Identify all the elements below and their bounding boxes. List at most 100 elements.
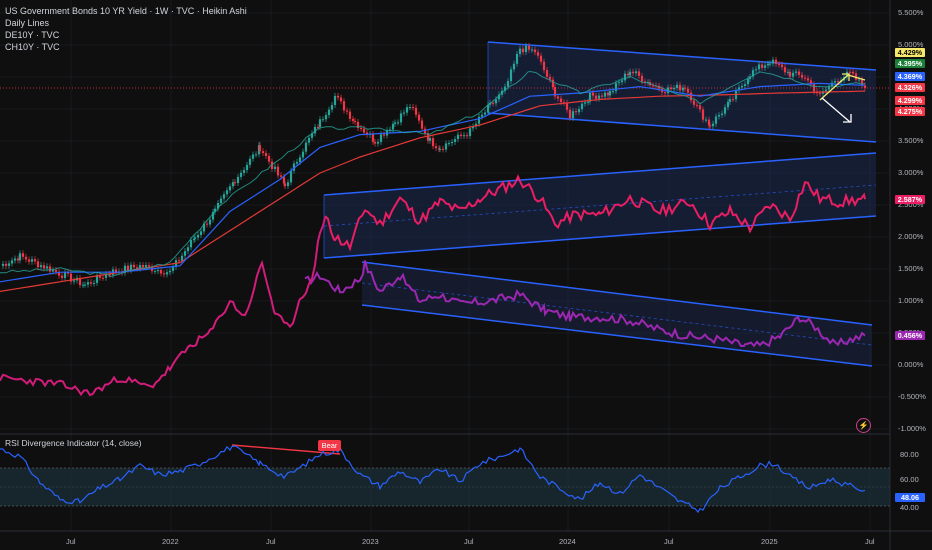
- candle-body: [456, 134, 460, 140]
- symbol-title[interactable]: US Government Bonds 10 YR Yield · 1W · T…: [5, 5, 247, 17]
- candle-body: [434, 146, 438, 149]
- chart-canvas[interactable]: [0, 0, 932, 550]
- candle-body: [330, 104, 334, 110]
- candle-body: [33, 259, 37, 262]
- candle-body: [101, 277, 105, 279]
- candle-body: [156, 270, 160, 272]
- candle-body: [743, 84, 747, 86]
- candle-body: [279, 175, 283, 177]
- candle-body: [568, 109, 572, 119]
- bear-label: Bear: [318, 440, 341, 451]
- candle-body: [768, 63, 772, 65]
- candle-body: [147, 265, 151, 267]
- candle-body: [771, 59, 775, 64]
- candle-body: [402, 112, 406, 114]
- candle-body: [780, 64, 784, 68]
- candle-body: [51, 269, 55, 272]
- rsi-tick-label: 60.00: [900, 475, 919, 484]
- candle-body: [571, 111, 575, 119]
- legend-ch10y[interactable]: CH10Y · TVC: [5, 41, 247, 53]
- candle-body: [626, 73, 630, 76]
- candle-body: [757, 64, 761, 70]
- candle-body: [141, 265, 145, 268]
- x-tick-label: 2023: [362, 537, 379, 546]
- candle-body: [42, 265, 46, 269]
- candle-body: [698, 105, 702, 110]
- candle-body: [545, 70, 549, 77]
- candle-body: [606, 92, 610, 96]
- candle-body: [345, 110, 349, 112]
- candle-body: [63, 272, 67, 278]
- candle-body: [27, 259, 31, 262]
- candle-body: [205, 223, 209, 225]
- candle-body: [144, 265, 148, 268]
- candle-body: [580, 103, 584, 110]
- x-tick-label: 2024: [559, 537, 576, 546]
- candle-body: [777, 63, 781, 65]
- candle-body: [480, 114, 484, 117]
- candle-body: [342, 101, 346, 111]
- candle-body: [245, 164, 249, 171]
- candle-body: [321, 119, 325, 121]
- candle-body: [1, 263, 5, 266]
- candle-body: [444, 143, 448, 150]
- lightning-icon[interactable]: ⚡: [856, 418, 871, 433]
- candle-body: [695, 104, 699, 106]
- candle-body: [634, 71, 638, 74]
- candle-body: [542, 61, 546, 71]
- candle-body: [10, 260, 14, 264]
- candle-body: [324, 115, 328, 120]
- y-tick-label: 0.000%: [898, 360, 924, 369]
- candle-body: [162, 273, 166, 275]
- candle-body: [359, 128, 363, 130]
- chart-legend: US Government Bonds 10 YR Yield · 1W · T…: [5, 5, 247, 53]
- candle-body: [177, 260, 181, 262]
- candle-body: [754, 69, 758, 71]
- candle-body: [594, 95, 598, 99]
- candle-body: [586, 101, 590, 103]
- candle-body: [678, 84, 682, 91]
- candle-body: [283, 183, 287, 187]
- candle-body: [236, 176, 240, 184]
- candle-body: [672, 87, 676, 90]
- candle-body: [168, 270, 172, 273]
- candle-body: [159, 270, 163, 274]
- candle-body: [583, 102, 587, 104]
- candle-body: [539, 55, 543, 62]
- candle-body: [86, 282, 90, 285]
- candle-body: [597, 95, 601, 99]
- candle-body: [788, 71, 792, 77]
- candle-body: [16, 258, 20, 261]
- y-tick-label: 1.500%: [898, 264, 924, 273]
- candle-body: [371, 133, 375, 142]
- rsi-title[interactable]: RSI Divergence Indicator (14, close): [5, 438, 142, 448]
- candle-body: [126, 265, 130, 271]
- candle-body: [447, 143, 451, 145]
- candle-body: [536, 52, 540, 56]
- candle-body: [548, 76, 552, 80]
- candle-body: [286, 182, 290, 187]
- candle-body: [261, 151, 265, 154]
- candle-body: [307, 137, 311, 143]
- y-tick-label: -0.500%: [898, 392, 926, 401]
- candle-body: [428, 138, 432, 141]
- candle-body: [533, 49, 537, 53]
- y-tick-label: 2.000%: [898, 232, 924, 241]
- candle-body: [620, 80, 624, 83]
- legend-daily-lines[interactable]: Daily Lines: [5, 17, 247, 29]
- candle-body: [518, 48, 522, 54]
- candle-body: [824, 89, 828, 92]
- candle-body: [36, 261, 40, 268]
- candle-body: [704, 119, 708, 121]
- candle-body: [411, 107, 415, 109]
- legend-de10y[interactable]: DE10Y · TVC: [5, 29, 247, 41]
- candle-body: [89, 282, 93, 284]
- y-tick-label: -1.000%: [898, 424, 926, 433]
- candle-body: [714, 116, 718, 124]
- candle-body: [251, 154, 255, 159]
- candle-body: [628, 71, 632, 76]
- candle-body: [574, 111, 578, 113]
- x-tick-label: Jul: [664, 537, 674, 546]
- rsi-tick-label: 80.00: [900, 450, 919, 459]
- candle-body: [848, 71, 852, 73]
